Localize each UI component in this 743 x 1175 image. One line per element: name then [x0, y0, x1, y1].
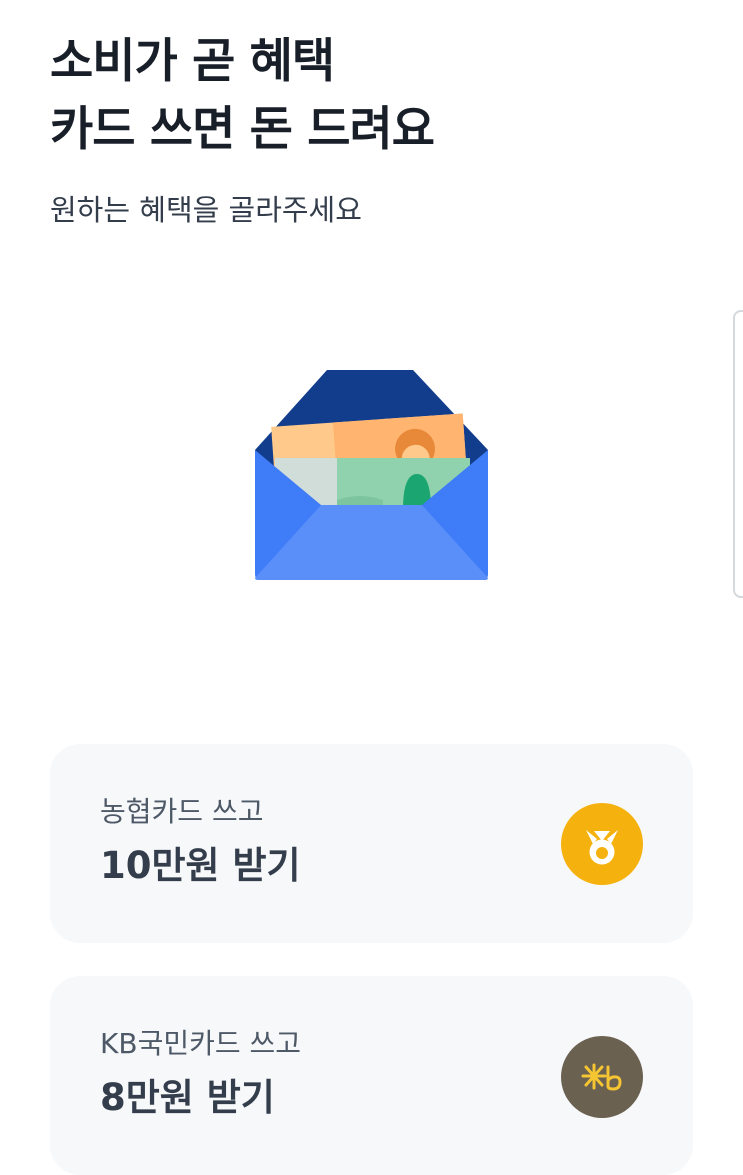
card-title: 10만원 받기	[100, 844, 301, 887]
kb-card-benefit-item[interactable]: KB국민카드 쓰고 8만원 받기	[50, 976, 693, 1175]
card-subtitle: 농협카드 쓰고	[100, 795, 264, 828]
page-title-line-1: 소비가 곧 혜택	[50, 34, 335, 89]
nh-card-benefit-item[interactable]: 농협카드 쓰고 10만원 받기	[50, 744, 693, 943]
page-subtitle: 원하는 혜택을 골라주세요	[50, 193, 362, 227]
card-title: 8만원 받기	[100, 1076, 275, 1119]
page-title-line-2: 카드 쓰면 돈 드려요	[50, 102, 435, 157]
page-title: 소비가 곧 혜택 카드 쓰면 돈 드려요	[50, 28, 435, 164]
card-subtitle: KB국민카드 쓰고	[100, 1027, 302, 1060]
side-sheet-handle[interactable]	[733, 310, 743, 598]
nh-card-logo-icon	[561, 803, 643, 885]
kb-card-logo-icon	[561, 1036, 643, 1118]
money-envelope-icon	[255, 370, 488, 582]
